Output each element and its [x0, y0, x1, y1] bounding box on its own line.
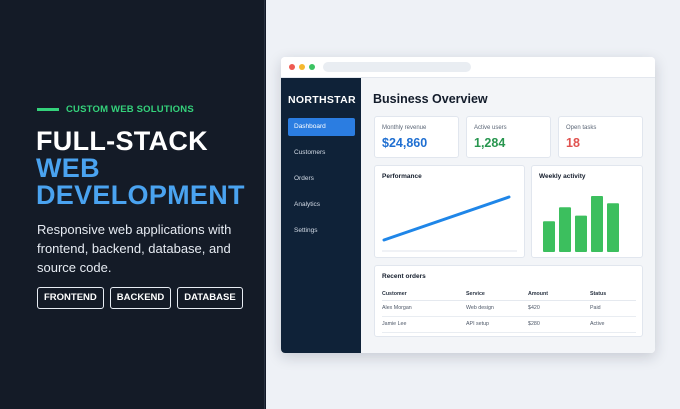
tagline: CUSTOM WEB SOLUTIONS	[37, 104, 194, 115]
stat-card-tasks: Open tasks 18	[558, 116, 643, 158]
cell-status: Paid	[590, 300, 636, 317]
headline: FULL-STACK WEB DEVELOPMENT	[36, 128, 245, 209]
activity-bar	[559, 207, 571, 252]
column-header: Customer	[382, 288, 466, 301]
column-header: Amount	[528, 288, 590, 301]
weekly-activity-card: Weekly activity	[531, 165, 643, 258]
close-dot-icon[interactable]	[289, 64, 295, 70]
cell-status: Active	[590, 316, 636, 333]
tech-chips: FRONTEND BACKEND DATABASE	[37, 287, 249, 309]
stat-card-revenue: Monthly revenue $24,860	[374, 116, 459, 158]
activity-bar	[543, 221, 555, 252]
maximize-dot-icon[interactable]	[309, 64, 315, 70]
browser-titlebar	[281, 57, 655, 78]
performance-line-chart	[382, 195, 517, 252]
stat-value: 1,284	[474, 136, 506, 150]
cell-customer: Alex Morgan	[382, 300, 466, 317]
headline-line-3: DEVELOPMENT	[36, 180, 245, 210]
activity-bar	[575, 215, 587, 252]
headline-line-2: WEB	[36, 153, 100, 183]
stat-label: Active users	[474, 125, 507, 131]
recent-orders-title: Recent orders	[382, 273, 426, 280]
cell-amount: $420	[528, 300, 590, 317]
chip-database: DATABASE	[177, 287, 243, 309]
sidebar-item-settings[interactable]: Settings	[288, 222, 355, 240]
activity-bar	[607, 203, 619, 252]
minimize-dot-icon[interactable]	[299, 64, 305, 70]
sidebar-item-customers[interactable]: Customers	[288, 144, 355, 162]
page-title: Business Overview	[373, 92, 488, 106]
column-header: Service	[466, 288, 528, 301]
brand-logo: NORTHSTAR	[288, 94, 356, 106]
performance-series-line	[382, 195, 511, 242]
sidebar: NORTHSTAR Dashboard Customers Orders Ana…	[281, 78, 361, 353]
orders-table: Customer Service Amount Status Alex Morg…	[382, 288, 636, 333]
dashboard-app: NORTHSTAR Dashboard Customers Orders Ana…	[281, 78, 655, 353]
sidebar-item-orders[interactable]: Orders	[288, 170, 355, 188]
cell-service: API setup	[466, 316, 528, 333]
sidebar-item-analytics[interactable]: Analytics	[288, 196, 355, 214]
stat-label: Monthly revenue	[382, 125, 427, 131]
stat-card-users: Active users 1,284	[466, 116, 551, 158]
sidebar-item-dashboard[interactable]: Dashboard	[288, 118, 355, 136]
weekly-activity-bar-chart	[543, 196, 619, 252]
cell-customer: Jamie Lee	[382, 316, 466, 333]
table-row[interactable]: Alex Morgan Web design $420 Paid	[382, 300, 636, 317]
chip-frontend: FRONTEND	[37, 287, 104, 309]
stat-label: Open tasks	[566, 125, 597, 131]
cell-amount: $280	[528, 316, 590, 333]
recent-orders-card: Recent orders Customer Service Amount St…	[374, 265, 643, 337]
orders-header-row: Customer Service Amount Status	[382, 288, 636, 301]
performance-card: Performance	[374, 165, 525, 258]
main-content: Business Overview Monthly revenue $24,86…	[361, 78, 655, 353]
cell-service: Web design	[466, 300, 528, 317]
table-row[interactable]: Jamie Lee API setup $280 Active	[382, 316, 636, 333]
browser-window: NORTHSTAR Dashboard Customers Orders Ana…	[281, 57, 655, 353]
tagline-accent-bar	[37, 108, 59, 111]
promo-panel: CUSTOM WEB SOLUTIONS FULL-STACK WEB DEVE…	[0, 0, 265, 409]
stat-value: 18	[566, 136, 580, 150]
column-header: Status	[590, 288, 636, 301]
activity-bar	[591, 196, 603, 252]
stat-value: $24,860	[382, 136, 428, 150]
headline-line-1: FULL-STACK	[36, 126, 208, 156]
address-bar[interactable]	[323, 62, 471, 72]
promo-description: Responsive web applications with fronten…	[37, 222, 232, 275]
tagline-text: CUSTOM WEB SOLUTIONS	[66, 104, 194, 115]
chip-backend: BACKEND	[109, 287, 172, 309]
